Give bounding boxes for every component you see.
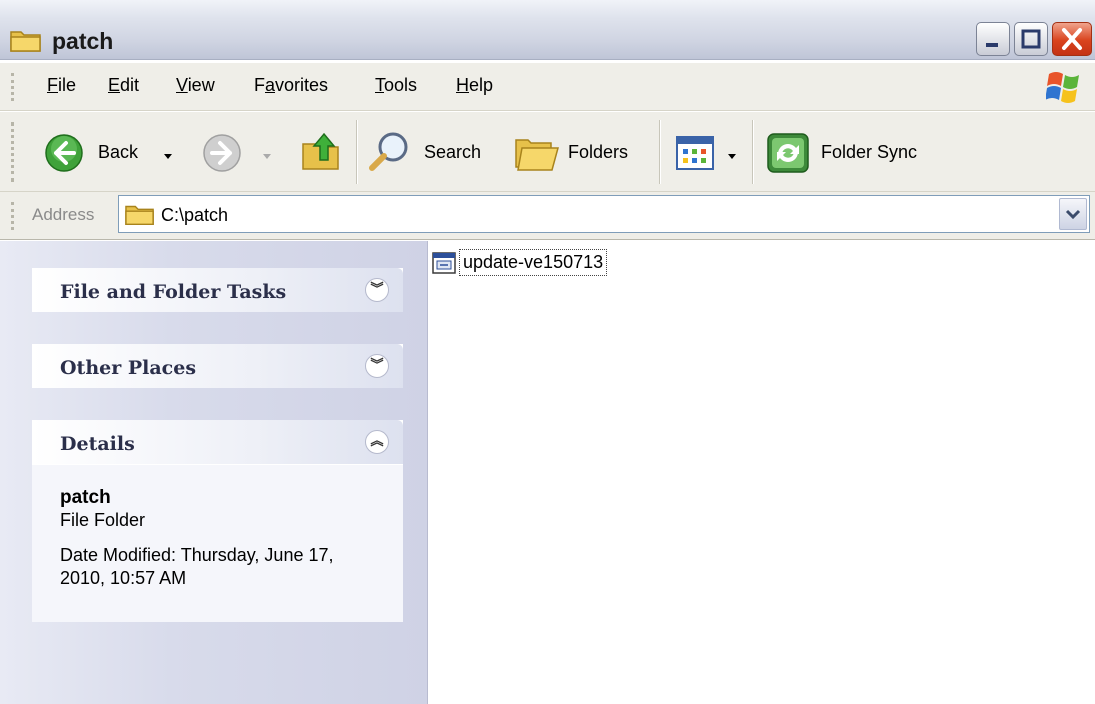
folder-icon (10, 28, 42, 57)
panel-title: Details (60, 433, 135, 455)
details-panel: Details ︽ patch File Folder Date Modifie… (32, 420, 403, 622)
title-bar[interactable]: patch (0, 0, 1095, 60)
address-dropdown-button[interactable] (1059, 198, 1087, 230)
panel-title: Other Places (60, 357, 197, 379)
address-value: C:\patch (161, 205, 229, 225)
file-list[interactable]: update-ve150713 (429, 241, 1095, 704)
file-folder-tasks-header[interactable]: File and Folder Tasks ︾ (32, 268, 403, 312)
details-date-modified: Date Modified: Thursday, June 17, 2010, … (60, 545, 334, 588)
close-button[interactable] (1052, 22, 1092, 56)
forward-arrow-icon (202, 133, 242, 178)
panel-title: File and Folder Tasks (60, 281, 287, 303)
toolbar-separator (356, 120, 358, 184)
windows-logo-icon (1045, 69, 1084, 110)
details-body: patch File Folder Date Modified: Thursda… (32, 464, 403, 622)
back-label: Back (98, 142, 139, 162)
address-bar: Address C:\patch (0, 192, 1095, 240)
folders-icon (514, 132, 560, 177)
toolbar-grip[interactable] (11, 122, 14, 182)
search-icon (366, 130, 412, 181)
menu-view[interactable]: View (176, 75, 215, 96)
task-pane: File and Folder Tasks ︾ Other Places ︾ D… (0, 241, 428, 704)
address-grip[interactable] (11, 202, 14, 230)
folder-icon (125, 202, 155, 231)
folder-sync-label: Folder Sync (821, 142, 918, 162)
details-header[interactable]: Details ︽ (32, 420, 403, 464)
collapse-chevron-icon[interactable]: ︽ (365, 430, 389, 454)
forward-dropdown-icon[interactable] (262, 145, 272, 166)
views-icon (676, 136, 714, 175)
expand-chevron-icon[interactable]: ︾ (365, 354, 389, 378)
other-places-panel: Other Places ︾ (32, 344, 403, 388)
menu-tools[interactable]: Tools (375, 75, 417, 96)
expand-chevron-icon[interactable]: ︾ (365, 278, 389, 302)
details-name: patch (60, 487, 111, 508)
file-name: update-ve150713 (459, 249, 608, 276)
views-dropdown-icon[interactable] (727, 145, 737, 166)
menu-file[interactable]: File (47, 75, 76, 96)
maximize-button[interactable] (1014, 22, 1048, 56)
window-title: patch (52, 28, 114, 54)
details-type: File Folder (60, 510, 146, 530)
menu-edit[interactable]: Edit (108, 75, 139, 96)
menu-bar: File Edit View Favorites Tools Help (0, 63, 1095, 111)
up-folder-icon[interactable] (300, 130, 342, 177)
executable-file-icon (432, 251, 456, 280)
file-folder-tasks-panel: File and Folder Tasks ︾ (32, 268, 403, 312)
menu-help[interactable]: Help (456, 75, 493, 96)
toolbar: Back Search Folders Folder Sync (0, 112, 1095, 192)
search-label: Search (424, 142, 482, 162)
back-arrow-icon (44, 133, 84, 178)
toolbar-separator (659, 120, 661, 184)
address-input[interactable]: C:\patch (118, 195, 1090, 233)
toolbar-separator (752, 120, 754, 184)
address-label: Address (32, 205, 95, 224)
menu-grip[interactable] (11, 73, 14, 101)
menu-favorites[interactable]: Favorites (254, 75, 328, 96)
back-dropdown-icon[interactable] (163, 145, 173, 166)
other-places-header[interactable]: Other Places ︾ (32, 344, 403, 388)
minimize-button[interactable] (976, 22, 1010, 56)
folders-label: Folders (568, 142, 629, 162)
folder-sync-icon (766, 132, 810, 179)
